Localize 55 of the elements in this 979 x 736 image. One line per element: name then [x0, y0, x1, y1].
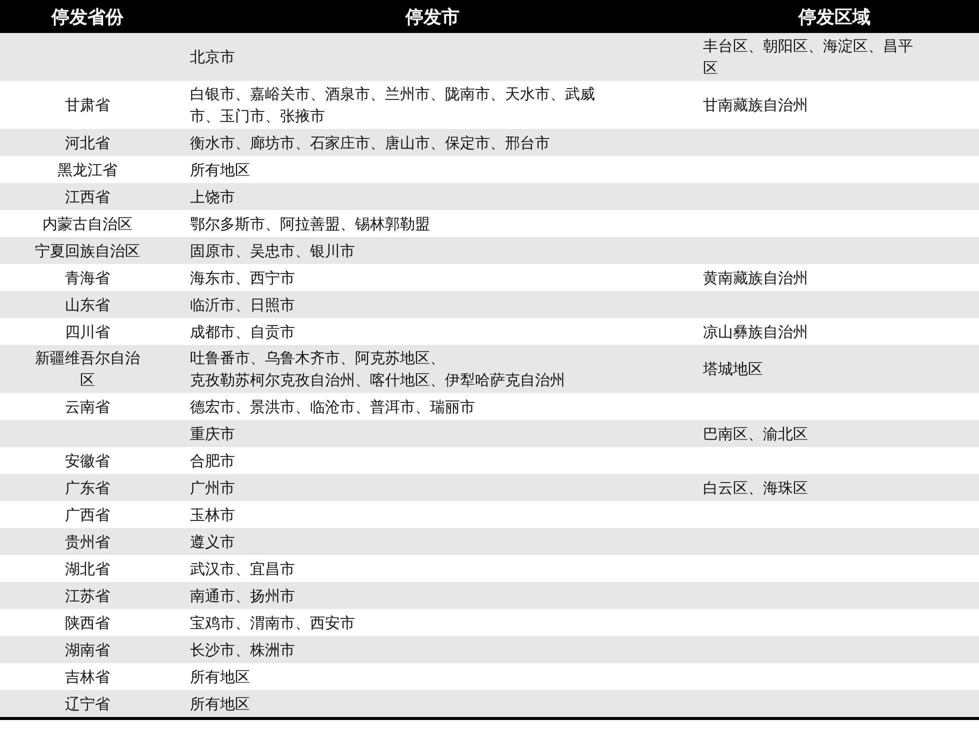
district-cell-text: 黄南藏族自治州 — [703, 268, 808, 288]
city-cell-text: 宝鸡市、渭南市、西安市 — [190, 612, 355, 634]
city-cell-text: 所有地区 — [190, 666, 250, 688]
city-cell-text: 合肥市 — [190, 450, 235, 472]
city-cell-text: 成都市、自贡市 — [190, 322, 295, 342]
city-cell-text: 所有地区 — [190, 694, 250, 714]
city-cell-text: 海东市、西宁市 — [190, 268, 295, 288]
city-cell-text: 南通市、扬州市 — [190, 586, 295, 606]
province-cell-text: 黑龙江省 — [58, 160, 118, 180]
province-cell-text: 湖北省 — [65, 558, 110, 580]
city-cell-text: 长沙市、株洲市 — [190, 640, 295, 660]
province-cell-text: 甘肃省 — [65, 95, 110, 116]
column-header: 停发省份 — [50, 6, 124, 28]
district-cell-text: 甘南藏族自治州 — [703, 95, 808, 116]
province-cell-text: 湖南省 — [65, 640, 110, 660]
city-cell-text: 克孜勒苏柯尔克孜自治州、喀什地区、伊犁哈萨克自治州 — [190, 370, 565, 391]
province-cell-text: 安徽省 — [65, 450, 110, 472]
province-cell-text: 四川省 — [65, 322, 110, 342]
province-cell-text: 广西省 — [65, 504, 110, 526]
city-cell-text: 遵义市 — [190, 532, 235, 552]
province-cell-text: 新疆维吾尔自治区 — [34, 348, 141, 391]
province-cell-text: 辽宁省 — [65, 694, 110, 714]
column-header: 停发市 — [404, 6, 460, 28]
city-cell-text: 北京市 — [190, 47, 235, 68]
province-cell-text: 山东省 — [65, 294, 110, 316]
city-cell-text: 德宏市、景洪市、临沧市、普洱市、瑞丽市 — [190, 396, 475, 418]
city-cell-text: 玉林市 — [190, 504, 235, 526]
city-cell-text: 广州市 — [190, 478, 235, 498]
district-cell-text: 丰台区、朝阳区、海淀区、昌平区 — [703, 36, 914, 79]
city-cell-text: 上饶市 — [190, 186, 235, 208]
province-cell-text: 江西省 — [65, 186, 110, 208]
province-cell-text: 陕西省 — [65, 612, 110, 634]
city-cell-text: 重庆市 — [190, 424, 235, 444]
province-cell-text: 河北省 — [65, 132, 110, 154]
column-header: 停发区域 — [797, 6, 872, 28]
city-cell-text: 鄂尔多斯市、阿拉善盟、锡林郭勒盟 — [190, 214, 430, 234]
district-cell-text: 凉山彝族自治州 — [703, 322, 808, 342]
province-cell-text: 宁夏回族自治区 — [35, 240, 140, 262]
city-cell-text: 武汉市、宜昌市 — [190, 558, 295, 580]
city-cell-text: 吐鲁番市、乌鲁木齐市、阿克苏地区、 — [190, 348, 445, 369]
province-cell-text: 江苏省 — [65, 586, 110, 606]
province-cell-text: 吉林省 — [65, 666, 110, 688]
city-cell-text: 临沂市、日照市 — [190, 294, 295, 316]
district-cell-text: 塔城地区 — [703, 359, 763, 380]
district-cell-text: 巴南区、渝北区 — [703, 424, 808, 444]
city-cell-text: 固原市、吴忠市、银川市 — [190, 240, 355, 262]
district-cell-text: 白云区、海珠区 — [703, 478, 808, 498]
province-cell-text: 云南省 — [65, 396, 110, 418]
province-cell-text: 青海省 — [65, 268, 110, 288]
province-cell-text: 广东省 — [65, 478, 110, 498]
province-cell-text: 内蒙古自治区 — [42, 214, 132, 234]
province-cell-text: 贵州省 — [65, 532, 110, 552]
city-cell-text: 白银市、嘉峪关市、酒泉市、兰州市、陇南市、天水市、武威市、玉门市、张掖市 — [190, 84, 596, 127]
city-cell-text: 所有地区 — [190, 160, 250, 180]
city-cell-text: 衡水市、廊坊市、石家庄市、唐山市、保定市、邢台市 — [190, 132, 550, 154]
